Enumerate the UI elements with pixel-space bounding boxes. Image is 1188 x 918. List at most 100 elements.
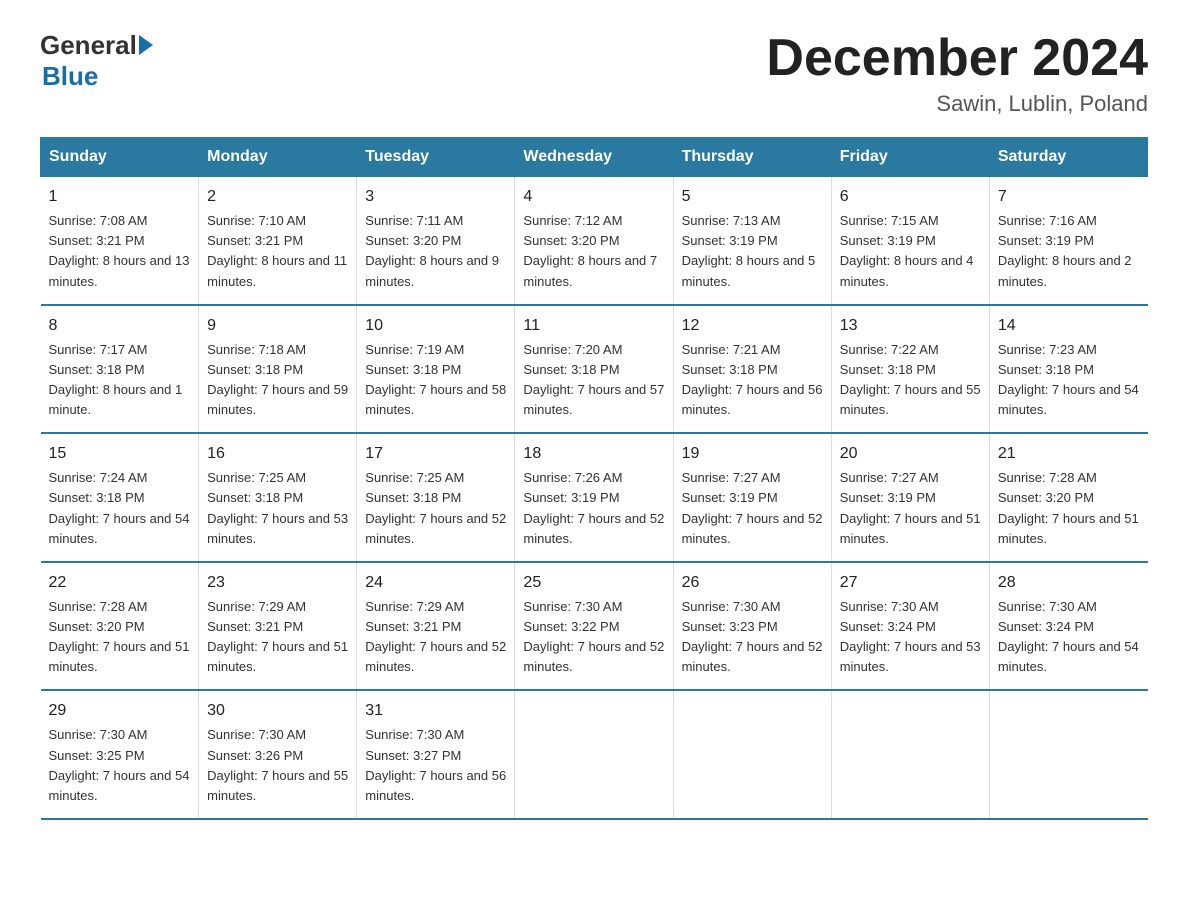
calendar-week-row: 15Sunrise: 7:24 AMSunset: 3:18 PMDayligh… bbox=[41, 433, 1148, 562]
calendar-cell bbox=[515, 690, 673, 819]
header-saturday: Saturday bbox=[989, 138, 1147, 177]
calendar-cell: 15Sunrise: 7:24 AMSunset: 3:18 PMDayligh… bbox=[41, 433, 199, 562]
calendar-cell: 30Sunrise: 7:30 AMSunset: 3:26 PMDayligh… bbox=[199, 690, 357, 819]
calendar-body: 1Sunrise: 7:08 AMSunset: 3:21 PMDaylight… bbox=[41, 177, 1148, 819]
day-number: 4 bbox=[523, 185, 664, 209]
calendar-week-row: 29Sunrise: 7:30 AMSunset: 3:25 PMDayligh… bbox=[41, 690, 1148, 819]
day-number: 16 bbox=[207, 442, 348, 466]
day-info: Sunrise: 7:28 AMSunset: 3:20 PMDaylight:… bbox=[49, 597, 191, 678]
month-title: December 2024 bbox=[766, 30, 1148, 87]
calendar-header: Sunday Monday Tuesday Wednesday Thursday… bbox=[41, 138, 1148, 177]
calendar-cell: 26Sunrise: 7:30 AMSunset: 3:23 PMDayligh… bbox=[673, 562, 831, 691]
day-info: Sunrise: 7:29 AMSunset: 3:21 PMDaylight:… bbox=[207, 597, 348, 678]
calendar-cell: 31Sunrise: 7:30 AMSunset: 3:27 PMDayligh… bbox=[357, 690, 515, 819]
calendar-cell: 20Sunrise: 7:27 AMSunset: 3:19 PMDayligh… bbox=[831, 433, 989, 562]
calendar-cell: 24Sunrise: 7:29 AMSunset: 3:21 PMDayligh… bbox=[357, 562, 515, 691]
logo: General Blue bbox=[40, 30, 153, 92]
calendar-cell: 3Sunrise: 7:11 AMSunset: 3:20 PMDaylight… bbox=[357, 177, 515, 305]
day-info: Sunrise: 7:27 AMSunset: 3:19 PMDaylight:… bbox=[682, 468, 823, 549]
calendar-cell: 13Sunrise: 7:22 AMSunset: 3:18 PMDayligh… bbox=[831, 305, 989, 434]
day-info: Sunrise: 7:18 AMSunset: 3:18 PMDaylight:… bbox=[207, 340, 348, 421]
day-info: Sunrise: 7:20 AMSunset: 3:18 PMDaylight:… bbox=[523, 340, 664, 421]
day-number: 31 bbox=[365, 699, 506, 723]
calendar-cell: 28Sunrise: 7:30 AMSunset: 3:24 PMDayligh… bbox=[989, 562, 1147, 691]
calendar-cell: 21Sunrise: 7:28 AMSunset: 3:20 PMDayligh… bbox=[989, 433, 1147, 562]
day-info: Sunrise: 7:30 AMSunset: 3:27 PMDaylight:… bbox=[365, 725, 506, 806]
calendar-cell: 2Sunrise: 7:10 AMSunset: 3:21 PMDaylight… bbox=[199, 177, 357, 305]
calendar-cell bbox=[673, 690, 831, 819]
day-number: 27 bbox=[840, 571, 981, 595]
header-sunday: Sunday bbox=[41, 138, 199, 177]
day-info: Sunrise: 7:10 AMSunset: 3:21 PMDaylight:… bbox=[207, 211, 348, 292]
day-info: Sunrise: 7:21 AMSunset: 3:18 PMDaylight:… bbox=[682, 340, 823, 421]
header-thursday: Thursday bbox=[673, 138, 831, 177]
day-number: 20 bbox=[840, 442, 981, 466]
day-info: Sunrise: 7:30 AMSunset: 3:24 PMDaylight:… bbox=[840, 597, 981, 678]
day-info: Sunrise: 7:13 AMSunset: 3:19 PMDaylight:… bbox=[682, 211, 823, 292]
day-number: 25 bbox=[523, 571, 664, 595]
calendar-week-row: 1Sunrise: 7:08 AMSunset: 3:21 PMDaylight… bbox=[41, 177, 1148, 305]
calendar-cell: 19Sunrise: 7:27 AMSunset: 3:19 PMDayligh… bbox=[673, 433, 831, 562]
day-number: 26 bbox=[682, 571, 823, 595]
day-number: 24 bbox=[365, 571, 506, 595]
day-info: Sunrise: 7:30 AMSunset: 3:23 PMDaylight:… bbox=[682, 597, 823, 678]
calendar-cell: 11Sunrise: 7:20 AMSunset: 3:18 PMDayligh… bbox=[515, 305, 673, 434]
calendar-cell: 16Sunrise: 7:25 AMSunset: 3:18 PMDayligh… bbox=[199, 433, 357, 562]
day-number: 10 bbox=[365, 314, 506, 338]
day-info: Sunrise: 7:25 AMSunset: 3:18 PMDaylight:… bbox=[365, 468, 506, 549]
calendar-cell: 22Sunrise: 7:28 AMSunset: 3:20 PMDayligh… bbox=[41, 562, 199, 691]
calendar-cell: 7Sunrise: 7:16 AMSunset: 3:19 PMDaylight… bbox=[989, 177, 1147, 305]
calendar-cell bbox=[831, 690, 989, 819]
day-number: 6 bbox=[840, 185, 981, 209]
day-info: Sunrise: 7:11 AMSunset: 3:20 PMDaylight:… bbox=[365, 211, 506, 292]
day-info: Sunrise: 7:19 AMSunset: 3:18 PMDaylight:… bbox=[365, 340, 506, 421]
day-number: 18 bbox=[523, 442, 664, 466]
calendar-cell: 29Sunrise: 7:30 AMSunset: 3:25 PMDayligh… bbox=[41, 690, 199, 819]
day-number: 14 bbox=[998, 314, 1140, 338]
day-number: 22 bbox=[49, 571, 191, 595]
day-number: 21 bbox=[998, 442, 1140, 466]
calendar-week-row: 22Sunrise: 7:28 AMSunset: 3:20 PMDayligh… bbox=[41, 562, 1148, 691]
calendar-cell bbox=[989, 690, 1147, 819]
day-number: 9 bbox=[207, 314, 348, 338]
day-info: Sunrise: 7:30 AMSunset: 3:22 PMDaylight:… bbox=[523, 597, 664, 678]
logo-arrow-icon bbox=[139, 35, 153, 55]
day-info: Sunrise: 7:16 AMSunset: 3:19 PMDaylight:… bbox=[998, 211, 1140, 292]
day-number: 3 bbox=[365, 185, 506, 209]
day-number: 13 bbox=[840, 314, 981, 338]
day-info: Sunrise: 7:15 AMSunset: 3:19 PMDaylight:… bbox=[840, 211, 981, 292]
location-title: Sawin, Lublin, Poland bbox=[766, 91, 1148, 117]
day-info: Sunrise: 7:27 AMSunset: 3:19 PMDaylight:… bbox=[840, 468, 981, 549]
calendar-cell: 17Sunrise: 7:25 AMSunset: 3:18 PMDayligh… bbox=[357, 433, 515, 562]
calendar-cell: 27Sunrise: 7:30 AMSunset: 3:24 PMDayligh… bbox=[831, 562, 989, 691]
day-info: Sunrise: 7:30 AMSunset: 3:26 PMDaylight:… bbox=[207, 725, 348, 806]
day-number: 17 bbox=[365, 442, 506, 466]
calendar-week-row: 8Sunrise: 7:17 AMSunset: 3:18 PMDaylight… bbox=[41, 305, 1148, 434]
logo-blue-text: Blue bbox=[42, 61, 98, 92]
day-number: 11 bbox=[523, 314, 664, 338]
day-info: Sunrise: 7:12 AMSunset: 3:20 PMDaylight:… bbox=[523, 211, 664, 292]
calendar-cell: 6Sunrise: 7:15 AMSunset: 3:19 PMDaylight… bbox=[831, 177, 989, 305]
day-number: 1 bbox=[49, 185, 191, 209]
day-number: 23 bbox=[207, 571, 348, 595]
day-info: Sunrise: 7:29 AMSunset: 3:21 PMDaylight:… bbox=[365, 597, 506, 678]
day-number: 8 bbox=[49, 314, 191, 338]
header-row: Sunday Monday Tuesday Wednesday Thursday… bbox=[41, 138, 1148, 177]
day-number: 12 bbox=[682, 314, 823, 338]
day-info: Sunrise: 7:30 AMSunset: 3:25 PMDaylight:… bbox=[49, 725, 191, 806]
day-info: Sunrise: 7:17 AMSunset: 3:18 PMDaylight:… bbox=[49, 340, 191, 421]
day-info: Sunrise: 7:22 AMSunset: 3:18 PMDaylight:… bbox=[840, 340, 981, 421]
title-section: December 2024 Sawin, Lublin, Poland bbox=[766, 30, 1148, 117]
calendar-cell: 9Sunrise: 7:18 AMSunset: 3:18 PMDaylight… bbox=[199, 305, 357, 434]
calendar-cell: 23Sunrise: 7:29 AMSunset: 3:21 PMDayligh… bbox=[199, 562, 357, 691]
day-number: 28 bbox=[998, 571, 1140, 595]
calendar-cell: 12Sunrise: 7:21 AMSunset: 3:18 PMDayligh… bbox=[673, 305, 831, 434]
day-number: 7 bbox=[998, 185, 1140, 209]
day-number: 5 bbox=[682, 185, 823, 209]
day-info: Sunrise: 7:08 AMSunset: 3:21 PMDaylight:… bbox=[49, 211, 191, 292]
calendar-cell: 14Sunrise: 7:23 AMSunset: 3:18 PMDayligh… bbox=[989, 305, 1147, 434]
day-number: 2 bbox=[207, 185, 348, 209]
logo-general-text: General bbox=[40, 30, 137, 61]
day-info: Sunrise: 7:30 AMSunset: 3:24 PMDaylight:… bbox=[998, 597, 1140, 678]
header-wednesday: Wednesday bbox=[515, 138, 673, 177]
